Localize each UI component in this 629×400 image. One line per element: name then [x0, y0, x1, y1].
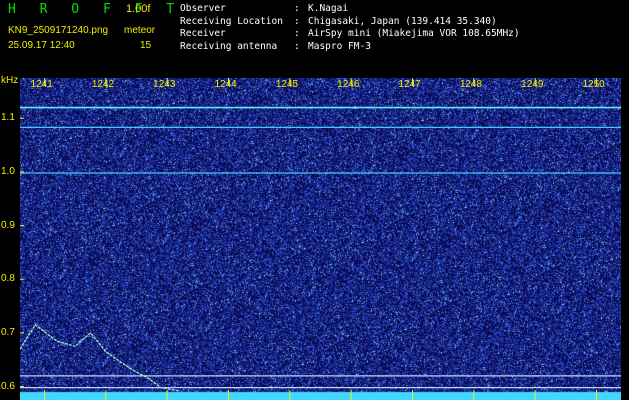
x-tick-label: 1241	[30, 79, 53, 90]
version-label: 1.00f	[126, 3, 151, 15]
info-key: Receiver	[180, 28, 226, 39]
filename-label: KN9_2509171240.png	[8, 25, 109, 36]
y-tick-label: 1.1	[1, 112, 15, 124]
info-sep: :	[294, 28, 300, 39]
meteor-count: 15	[140, 40, 152, 51]
observation-info: Observer: K.Nagai Receiving Location: Chig…	[180, 3, 520, 53]
x-tick-label: 1248	[459, 79, 483, 90]
y-tick-label: 0.8	[1, 273, 15, 285]
spectrogram-overlay	[20, 78, 621, 400]
app-title: H R O F F T	[8, 2, 183, 17]
spectrogram-plot	[20, 78, 621, 400]
info-value: K.Nagai	[308, 3, 349, 14]
right-edge	[621, 78, 629, 400]
info-key: Receiving antenna	[180, 40, 278, 52]
y-tick-label: 0.7	[1, 326, 15, 338]
y-tick-label: 0.6	[1, 380, 15, 392]
info-value: Chigasaki, Japan (139.414 35.340)	[308, 15, 497, 27]
info-sep: :	[294, 40, 300, 52]
x-tick-label: 1249	[521, 79, 544, 90]
x-tick-label: 1244	[214, 79, 237, 90]
x-tick-label: 1247	[398, 79, 421, 90]
y-unit-label: kHz	[1, 75, 19, 86]
y-tick-label: 0.9	[1, 219, 15, 231]
x-tick-label: 1245	[275, 79, 299, 90]
info-row-location: Receiving Location: Chigasaki, Japan (139…	[180, 16, 520, 29]
info-key: Receiving Location	[180, 15, 283, 27]
info-value: AirSpy mini (Miakejima VOR 108.65MHz)	[308, 28, 520, 39]
x-tick-label: 1250	[582, 79, 605, 90]
info-row-antenna: Receiving antenna: Maspro FM-3	[180, 41, 520, 54]
header: H R O F F T 1.00f KN9_2509171240.png 25.…	[0, 0, 629, 76]
x-tick-label: 1243	[153, 79, 176, 90]
x-tick-label: 1246	[337, 79, 360, 90]
info-sep: :	[294, 3, 300, 14]
datetime-label: 25.09.17 12:40	[8, 40, 75, 51]
info-value: Maspro FM-3	[308, 40, 371, 52]
info-sep: :	[294, 15, 300, 27]
x-tick-label: 1242	[91, 79, 115, 90]
info-row-receiver: Receiver: AirSpy mini (Miakejima VOR 108.…	[180, 28, 520, 41]
info-row-observer: Observer: K.Nagai	[180, 3, 520, 16]
meteor-label: meteor	[124, 25, 156, 36]
info-key: Observer	[180, 3, 226, 14]
y-tick-label: 1.0	[1, 165, 15, 177]
echo-trace	[20, 323, 180, 392]
